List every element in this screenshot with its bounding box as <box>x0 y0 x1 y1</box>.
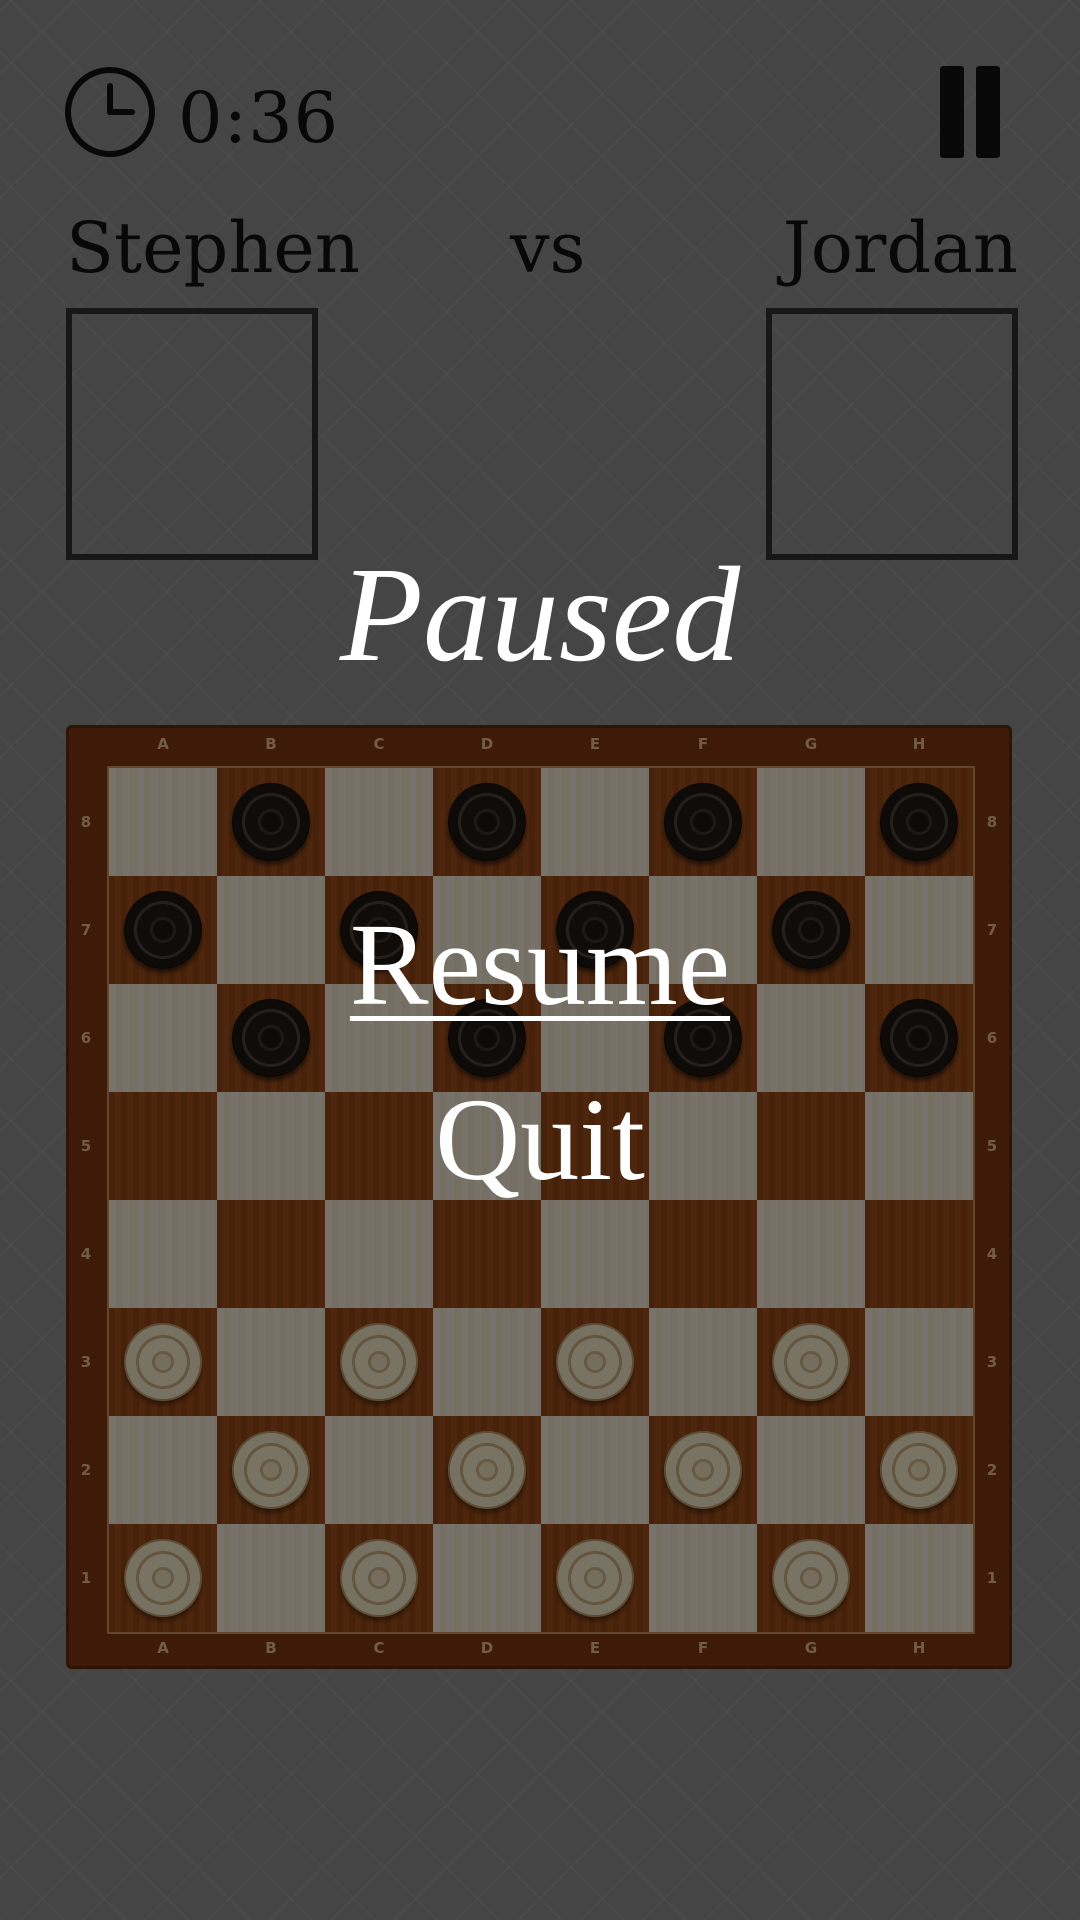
board-square-B1[interactable] <box>217 1524 325 1632</box>
board-square-H2[interactable] <box>865 1416 973 1524</box>
versus-label: vs <box>510 207 586 289</box>
board-square-H8[interactable] <box>865 768 973 876</box>
rank-label-right: 1 <box>986 1569 998 1587</box>
file-label-top: F <box>697 735 709 753</box>
board-square-D1[interactable] <box>433 1524 541 1632</box>
board-square-D2[interactable] <box>433 1416 541 1524</box>
board-square-C4[interactable] <box>325 1200 433 1308</box>
file-label-bottom: A <box>157 1639 169 1657</box>
resume-label: Resume <box>349 899 731 1030</box>
top-bar: 0:36 <box>0 0 1080 180</box>
board-square-E3[interactable] <box>541 1308 649 1416</box>
player-right-captured-box <box>766 308 1018 560</box>
board-square-G2[interactable] <box>757 1416 865 1524</box>
player-left-captured-box <box>66 308 318 560</box>
pause-icon-bar <box>976 66 1000 158</box>
rank-label-right: 3 <box>986 1353 998 1371</box>
file-label-bottom: C <box>373 1639 385 1657</box>
board-square-C1[interactable] <box>325 1524 433 1632</box>
rank-label-right: 4 <box>986 1245 998 1263</box>
file-label-bottom: E <box>589 1639 601 1657</box>
file-label-bottom: H <box>912 1639 926 1657</box>
file-label-bottom: F <box>697 1639 709 1657</box>
board-square-A2[interactable] <box>109 1416 217 1524</box>
player-right-name: Jordan <box>782 207 1018 289</box>
board-square-E8[interactable] <box>541 768 649 876</box>
board-square-F2[interactable] <box>649 1416 757 1524</box>
white-checker-piece[interactable] <box>664 1431 742 1509</box>
board-square-D3[interactable] <box>433 1308 541 1416</box>
board-square-E1[interactable] <box>541 1524 649 1632</box>
board-square-E2[interactable] <box>541 1416 649 1524</box>
board-square-D8[interactable] <box>433 768 541 876</box>
board-square-F4[interactable] <box>649 1200 757 1308</box>
white-checker-piece[interactable] <box>124 1539 202 1617</box>
board-square-B4[interactable] <box>217 1200 325 1308</box>
file-label-top: E <box>589 735 601 753</box>
board-square-A8[interactable] <box>109 768 217 876</box>
black-checker-piece[interactable] <box>232 783 310 861</box>
white-checker-piece[interactable] <box>880 1431 958 1509</box>
board-square-C3[interactable] <box>325 1308 433 1416</box>
rank-label-right: 2 <box>986 1461 998 1479</box>
file-label-bottom: G <box>804 1639 818 1657</box>
paused-title: Paused <box>339 540 741 690</box>
board-square-H3[interactable] <box>865 1308 973 1416</box>
file-label-top: D <box>480 735 494 753</box>
white-checker-piece[interactable] <box>124 1323 202 1401</box>
clock-icon <box>65 67 155 157</box>
white-checker-piece[interactable] <box>232 1431 310 1509</box>
board-square-B3[interactable] <box>217 1308 325 1416</box>
white-checker-piece[interactable] <box>556 1323 634 1401</box>
pause-button[interactable] <box>936 66 1002 158</box>
board-square-G4[interactable] <box>757 1200 865 1308</box>
white-checker-piece[interactable] <box>448 1431 526 1509</box>
board-square-G8[interactable] <box>757 768 865 876</box>
board-square-F1[interactable] <box>649 1524 757 1632</box>
white-checker-piece[interactable] <box>340 1539 418 1617</box>
board-square-C2[interactable] <box>325 1416 433 1524</box>
white-checker-piece[interactable] <box>340 1323 418 1401</box>
rank-label-right: 8 <box>986 813 998 831</box>
board-square-H4[interactable] <box>865 1200 973 1308</box>
file-label-top: B <box>265 735 277 753</box>
rank-label-left: 2 <box>80 1461 92 1479</box>
rank-label-left: 4 <box>80 1245 92 1263</box>
black-checker-piece[interactable] <box>664 783 742 861</box>
board-square-B8[interactable] <box>217 768 325 876</box>
board-square-D4[interactable] <box>433 1200 541 1308</box>
file-label-top: A <box>157 735 169 753</box>
board-square-B2[interactable] <box>217 1416 325 1524</box>
board-square-H1[interactable] <box>865 1524 973 1632</box>
black-checker-piece[interactable] <box>448 783 526 861</box>
rank-label-left: 3 <box>80 1353 92 1371</box>
board-square-A1[interactable] <box>109 1524 217 1632</box>
resume-button[interactable]: Resume <box>0 900 1080 1030</box>
board-square-G3[interactable] <box>757 1308 865 1416</box>
game-timer: 0:36 <box>178 77 340 159</box>
board-square-G1[interactable] <box>757 1524 865 1632</box>
file-label-top: C <box>373 735 385 753</box>
player-left-name: Stephen <box>66 207 360 289</box>
rank-label-left: 8 <box>80 813 92 831</box>
board-square-A3[interactable] <box>109 1308 217 1416</box>
board-square-E4[interactable] <box>541 1200 649 1308</box>
board-square-F8[interactable] <box>649 768 757 876</box>
file-label-top: H <box>912 735 926 753</box>
white-checker-piece[interactable] <box>772 1539 850 1617</box>
rank-label-left: 1 <box>80 1569 92 1587</box>
board-square-F3[interactable] <box>649 1308 757 1416</box>
black-checker-piece[interactable] <box>880 783 958 861</box>
rank-label-right: 6 <box>986 1029 998 1047</box>
white-checker-piece[interactable] <box>556 1539 634 1617</box>
board-square-A4[interactable] <box>109 1200 217 1308</box>
quit-button[interactable]: Quit <box>0 1075 1080 1205</box>
file-label-bottom: B <box>265 1639 277 1657</box>
board-square-C8[interactable] <box>325 768 433 876</box>
file-label-top: G <box>804 735 818 753</box>
pause-icon <box>940 66 964 158</box>
file-label-bottom: D <box>480 1639 494 1657</box>
rank-label-left: 6 <box>80 1029 92 1047</box>
white-checker-piece[interactable] <box>772 1323 850 1401</box>
